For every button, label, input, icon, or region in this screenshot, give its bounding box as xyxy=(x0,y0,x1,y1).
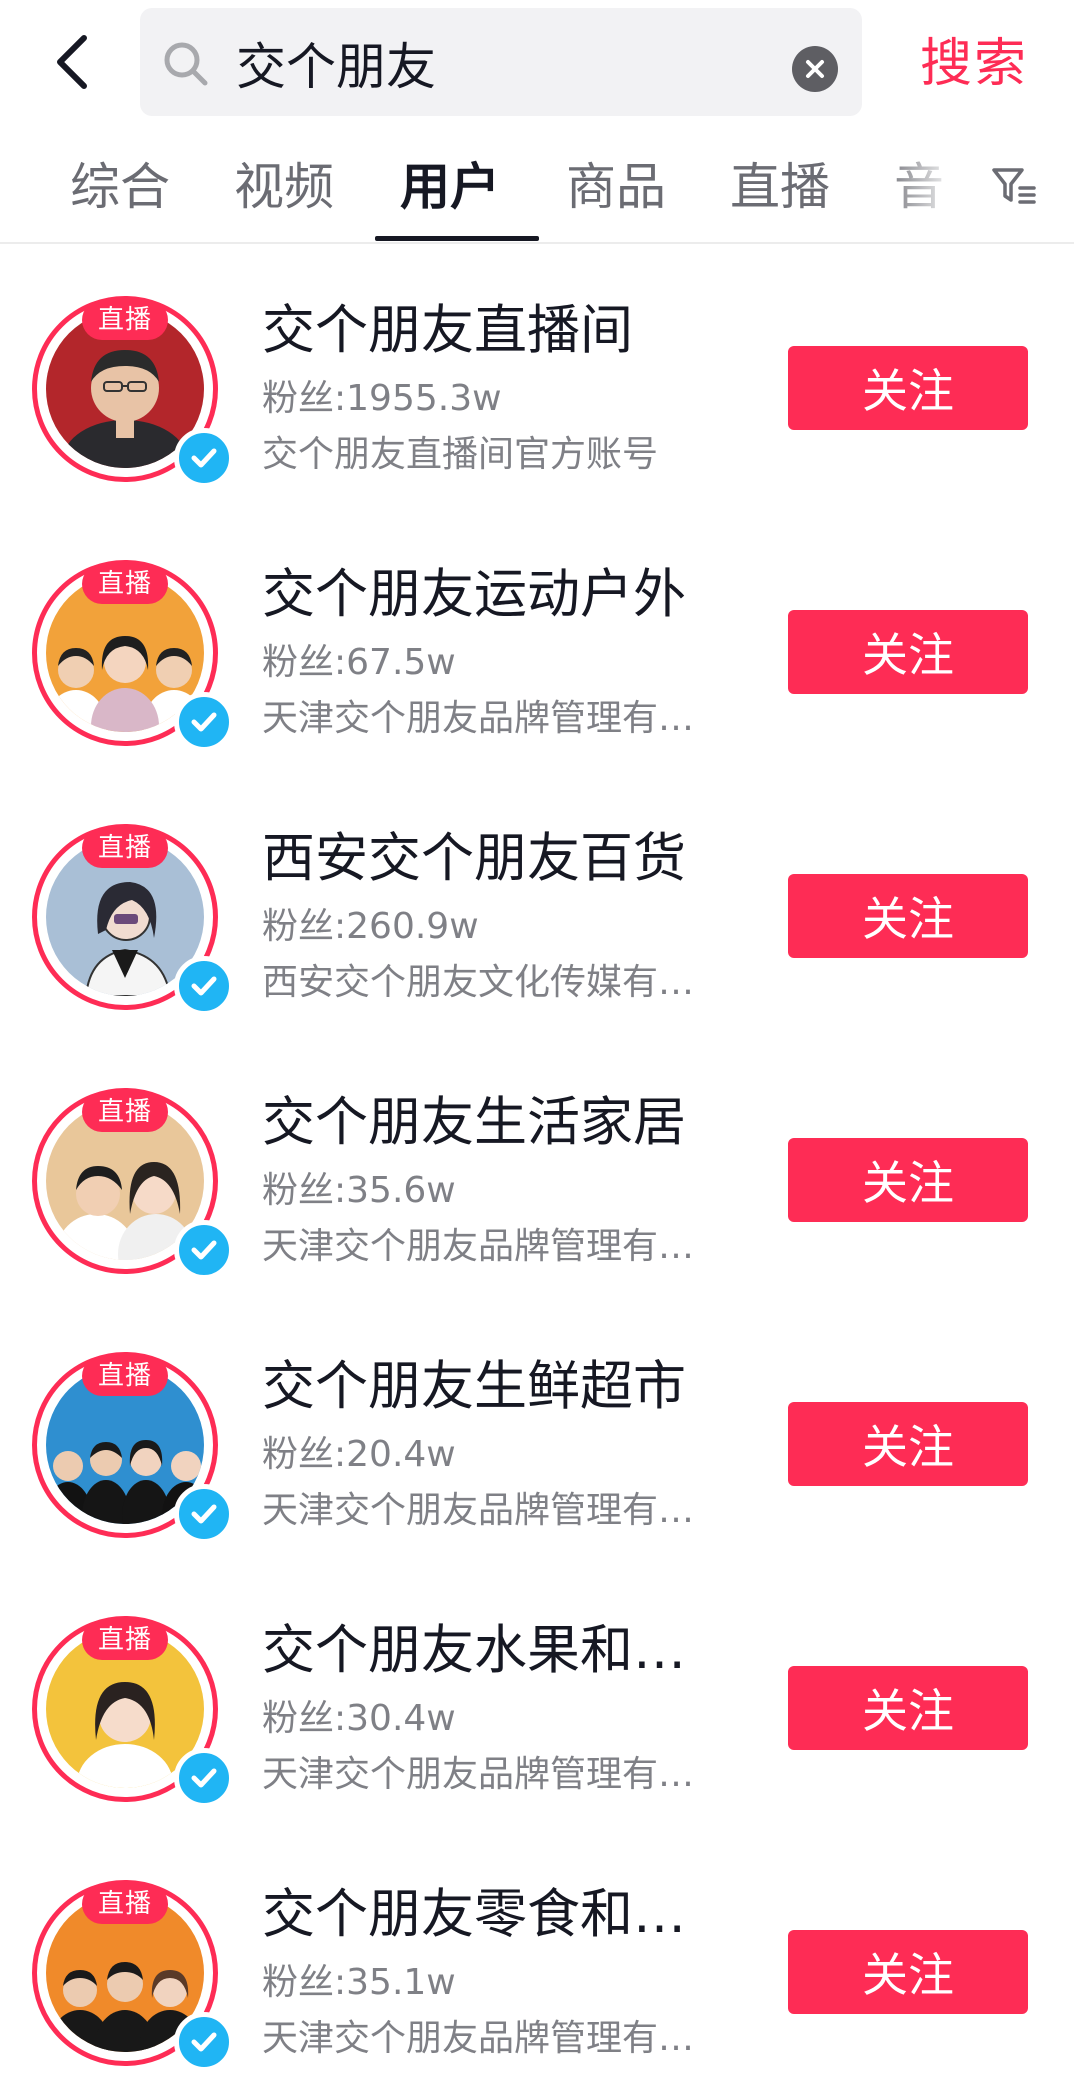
verified-icon xyxy=(191,448,217,468)
fans-label: 粉丝: xyxy=(262,378,347,419)
fans-value: 67.5w xyxy=(346,642,456,683)
user-name[interactable]: 交个朋友生活家居 xyxy=(262,1088,732,1158)
live-badge: 直播 xyxy=(82,1884,168,1924)
user-description: 天津交个朋友品牌管理有… xyxy=(262,1754,695,1795)
follow-button[interactable]: 关注 xyxy=(788,610,1028,694)
filter-button[interactable] xyxy=(990,162,1038,210)
user-item[interactable]: 直播 交个朋友生活家居 粉丝:35.6w 天津交个朋友品牌管理有… 关注 xyxy=(0,1036,1074,1300)
user-name[interactable]: 西安交个朋友百货 xyxy=(262,824,732,894)
avatar-wrap[interactable]: 直播 xyxy=(32,1352,234,1546)
verified-icon xyxy=(191,2032,217,2052)
fans-value: 35.1w xyxy=(346,1962,456,2003)
fans-label: 粉丝: xyxy=(262,906,347,947)
follow-button[interactable]: 关注 xyxy=(788,1138,1028,1222)
live-badge: 直播 xyxy=(82,564,168,604)
follow-button[interactable]: 关注 xyxy=(788,1930,1028,2014)
user-name[interactable]: 交个朋友运动户外 xyxy=(262,560,732,630)
user-name[interactable]: 交个朋友生鲜超市 xyxy=(262,1352,732,1422)
verified-badge xyxy=(174,1748,234,1808)
avatar-wrap[interactable]: 直播 xyxy=(32,1880,234,2074)
verified-badge xyxy=(174,956,234,1016)
fans-count: 粉丝:20.4w xyxy=(262,1430,456,1480)
tab-live[interactable]: 直播 xyxy=(730,152,830,222)
active-tab-indicator xyxy=(375,236,539,241)
avatar-wrap[interactable]: 直播 xyxy=(32,1088,234,1282)
fans-count: 粉丝:30.4w xyxy=(262,1694,456,1744)
search-input[interactable] xyxy=(236,28,756,98)
fans-count: 粉丝:1955.3w xyxy=(262,374,502,424)
fans-value: 35.6w xyxy=(346,1170,456,1211)
live-badge: 直播 xyxy=(82,828,168,868)
verified-badge xyxy=(174,1484,234,1544)
clear-icon xyxy=(806,60,824,78)
verified-badge xyxy=(174,428,234,488)
user-description: 交个朋友直播间官方账号 xyxy=(262,434,659,475)
verified-icon xyxy=(191,712,217,732)
tab-products[interactable]: 商品 xyxy=(566,152,666,222)
tab-music[interactable]: 音 xyxy=(894,152,944,222)
follow-button[interactable]: 关注 xyxy=(788,1402,1028,1486)
user-item[interactable]: 直播 西安交个朋友百货 粉丝:260.9w 西安交个朋友文化传媒有… 关注 xyxy=(0,772,1074,1036)
user-item[interactable]: 直播 交个朋友零食和… 粉丝:35.1w 天津交个朋友品牌管理有… 关注 xyxy=(0,1828,1074,2092)
follow-button[interactable]: 关注 xyxy=(788,1666,1028,1750)
back-button[interactable] xyxy=(40,26,104,98)
tab-users[interactable]: 用户 xyxy=(400,152,500,222)
verified-icon xyxy=(191,1240,217,1260)
avatar-wrap[interactable]: 直播 xyxy=(32,1616,234,1810)
user-item[interactable]: 直播 交个朋友水果和… 粉丝:30.4w 天津交个朋友品牌管理有… 关注 xyxy=(0,1564,1074,1828)
fans-label: 粉丝: xyxy=(262,1434,347,1475)
fans-value: 30.4w xyxy=(346,1698,456,1739)
live-badge: 直播 xyxy=(82,1092,168,1132)
clear-button[interactable] xyxy=(792,46,838,92)
fans-label: 粉丝: xyxy=(262,1170,347,1211)
user-description: 天津交个朋友品牌管理有… xyxy=(262,1226,695,1267)
avatar-wrap[interactable]: 直播 xyxy=(32,296,234,490)
user-item[interactable]: 直播 交个朋友运动户外 粉丝:67.5w 天津交个朋友品牌管理有… 关注 xyxy=(0,508,1074,772)
tab-videos[interactable]: 视频 xyxy=(234,152,334,222)
verified-icon xyxy=(191,1504,217,1524)
search-button[interactable]: 搜索 xyxy=(904,24,1044,104)
user-name[interactable]: 交个朋友水果和… xyxy=(262,1616,732,1686)
user-name[interactable]: 交个朋友零食和… xyxy=(262,1880,732,1950)
fans-count: 粉丝:35.6w xyxy=(262,1166,456,1216)
fans-value: 260.9w xyxy=(346,906,479,947)
tab-bar: 综合 视频 用户 商品 直播 音 xyxy=(0,128,1074,244)
filter-icon xyxy=(992,168,1036,204)
fans-value: 1955.3w xyxy=(346,378,502,419)
follow-button[interactable]: 关注 xyxy=(788,874,1028,958)
avatar-wrap[interactable]: 直播 xyxy=(32,560,234,754)
fans-count: 粉丝:35.1w xyxy=(262,1958,456,2008)
live-badge: 直播 xyxy=(82,1620,168,1660)
user-item[interactable]: 直播 交个朋友生鲜超市 粉丝:20.4w 天津交个朋友品牌管理有… 关注 xyxy=(0,1300,1074,1564)
verified-badge xyxy=(174,692,234,752)
fans-label: 粉丝: xyxy=(262,1698,347,1739)
user-description: 天津交个朋友品牌管理有… xyxy=(262,1490,695,1531)
fans-label: 粉丝: xyxy=(262,642,347,683)
fans-count: 粉丝:260.9w xyxy=(262,902,479,952)
live-badge: 直播 xyxy=(82,300,168,340)
user-description: 西安交个朋友文化传媒有… xyxy=(262,962,695,1003)
live-badge: 直播 xyxy=(82,1356,168,1396)
search-box[interactable] xyxy=(140,8,862,116)
avatar-wrap[interactable]: 直播 xyxy=(32,824,234,1018)
verified-badge xyxy=(174,1220,234,1280)
user-description: 天津交个朋友品牌管理有… xyxy=(262,698,695,739)
fans-count: 粉丝:67.5w xyxy=(262,638,456,688)
user-description: 天津交个朋友品牌管理有… xyxy=(262,2018,695,2059)
verified-badge xyxy=(174,2012,234,2072)
search-header: 搜索 xyxy=(0,0,1074,128)
tab-comprehensive[interactable]: 综合 xyxy=(70,152,170,222)
follow-button[interactable]: 关注 xyxy=(788,346,1028,430)
verified-icon xyxy=(191,976,217,996)
verified-icon xyxy=(191,1768,217,1788)
back-arrow-icon xyxy=(57,35,87,89)
search-icon xyxy=(164,42,208,86)
user-item[interactable]: 直播 交个朋友直播间 粉丝:1955.3w 交个朋友直播间官方账号 关注 xyxy=(0,244,1074,508)
user-name[interactable]: 交个朋友直播间 xyxy=(262,296,732,366)
fans-value: 20.4w xyxy=(346,1434,456,1475)
fans-label: 粉丝: xyxy=(262,1962,347,2003)
